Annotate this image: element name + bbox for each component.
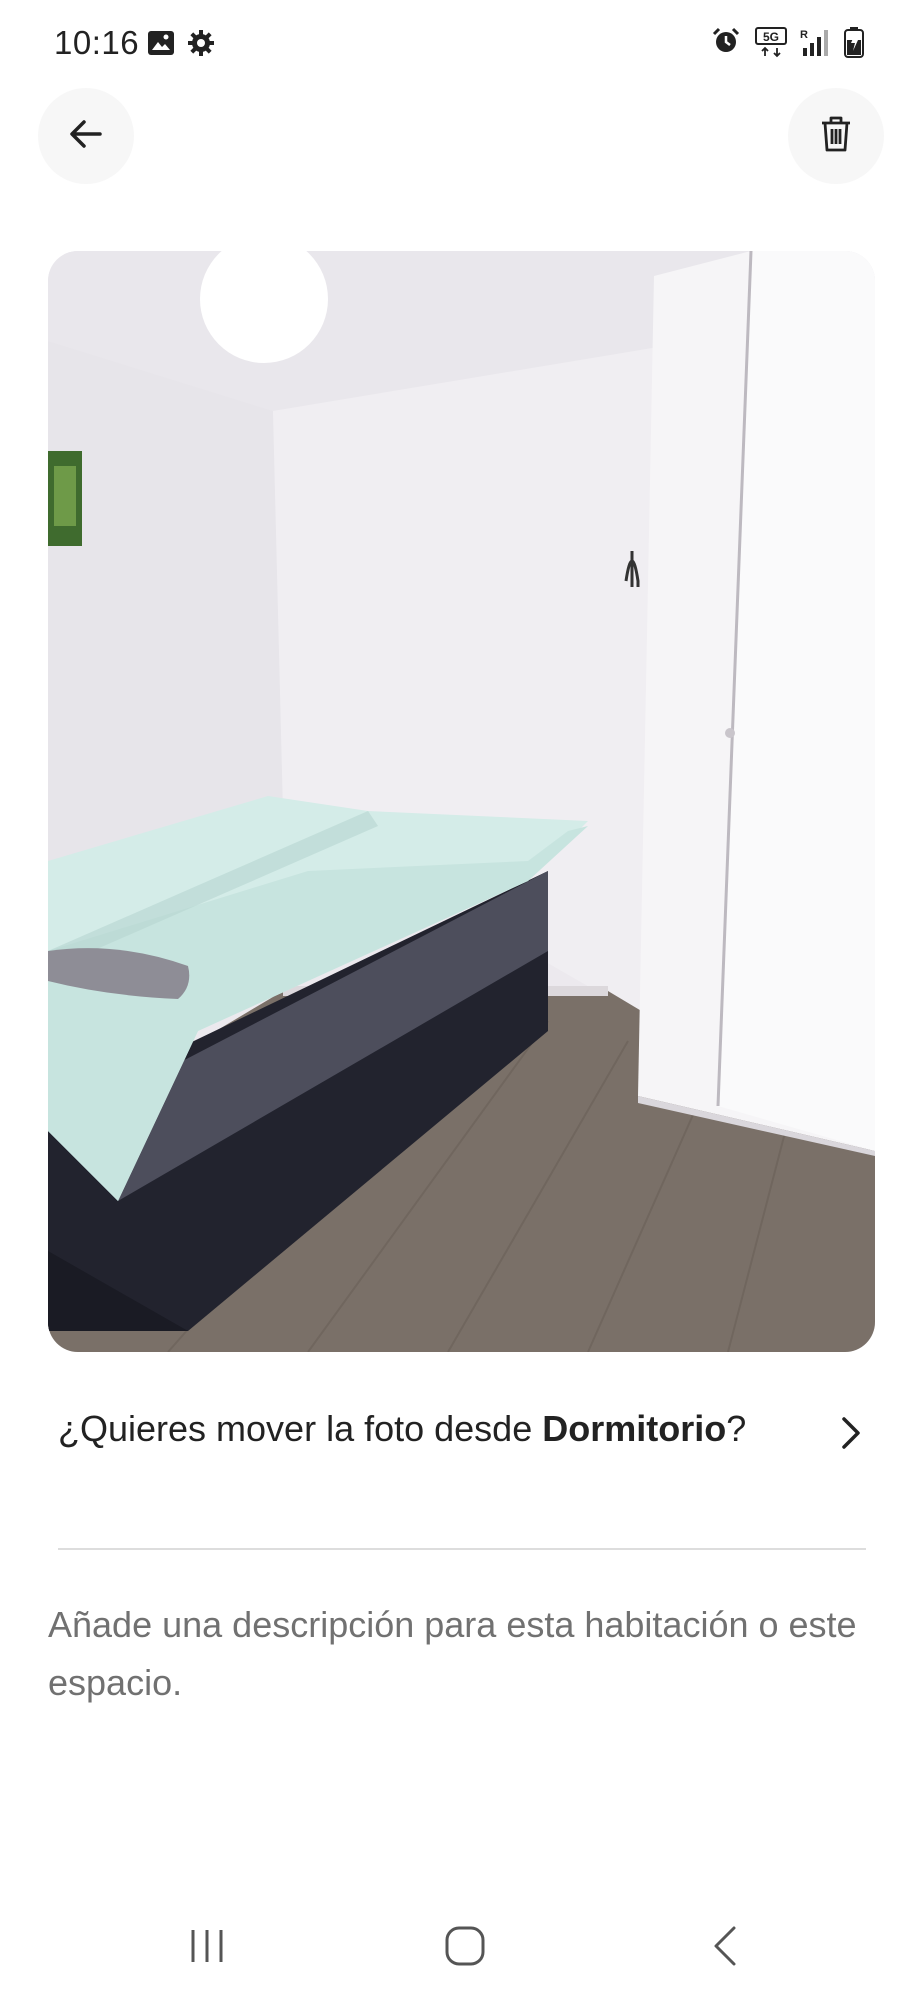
battery-icon <box>843 26 873 58</box>
trash-icon <box>816 114 856 159</box>
system-back-button[interactable] <box>690 1920 760 1976</box>
gear-icon <box>186 28 216 60</box>
recents-button[interactable] <box>172 1920 242 1976</box>
room-photo <box>48 251 875 1352</box>
back-icon <box>710 1924 740 1973</box>
delete-photo-button[interactable] <box>788 88 884 184</box>
description-input[interactable]: Añade una descripción para esta habitaci… <box>48 1596 868 1712</box>
signal-icon: R <box>799 26 829 58</box>
image-icon <box>146 28 176 60</box>
move-photo-prefix: ¿Quieres mover la foto desde <box>58 1408 543 1449</box>
move-photo-row[interactable]: ¿Quieres mover la foto desde Dormitorio? <box>58 1405 870 1505</box>
move-photo-suffix: ? <box>726 1408 747 1449</box>
arrow-left-icon <box>66 114 106 159</box>
svg-text:5G: 5G <box>763 30 779 44</box>
status-left-icons <box>146 28 216 60</box>
5g-icon: 5G <box>755 26 787 58</box>
move-photo-text: ¿Quieres mover la foto desde Dormitorio? <box>58 1405 758 1453</box>
status-bar: 10:16 5G R <box>0 0 923 86</box>
back-button[interactable] <box>38 88 134 184</box>
recents-icon <box>185 1926 229 1971</box>
home-button[interactable] <box>430 1920 500 1976</box>
divider <box>58 1548 866 1550</box>
chevron-right-icon <box>830 1413 870 1453</box>
svg-text:R: R <box>800 29 808 41</box>
alarm-icon <box>711 26 741 58</box>
status-right-icons: 5G R <box>711 26 873 58</box>
home-icon <box>443 1924 487 1973</box>
status-time: 10:16 <box>54 24 140 61</box>
navigation-bar <box>0 1900 923 2000</box>
move-photo-room: Dormitorio <box>542 1408 727 1449</box>
